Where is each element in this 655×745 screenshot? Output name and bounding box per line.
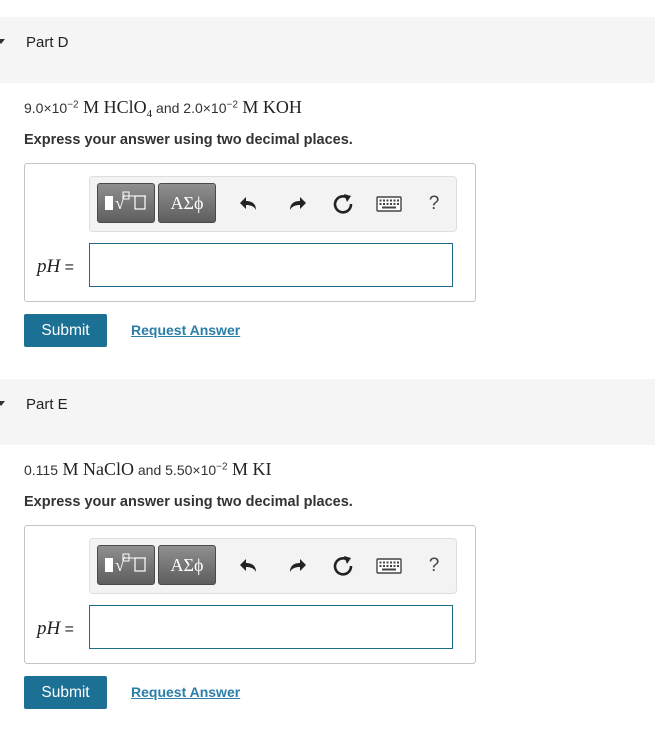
part-e-question: 0.115 M NaClO and 5.50×10−2 M KI xyxy=(24,459,272,479)
part-d-title: Part D xyxy=(26,34,69,51)
undo-icon[interactable] xyxy=(235,190,263,218)
part-e-answer-box: √ ΑΣϕ ? pH = xyxy=(24,525,476,664)
part-d-instruction: Express your answer using two decimal pl… xyxy=(24,132,353,148)
math-toolbar: √ ΑΣϕ ? xyxy=(89,538,457,594)
help-icon[interactable]: ? xyxy=(420,552,448,580)
undo-icon[interactable] xyxy=(235,552,263,580)
keyboard-icon[interactable] xyxy=(374,190,404,218)
reset-icon[interactable] xyxy=(329,190,357,218)
redo-icon[interactable] xyxy=(283,190,311,218)
part-e-answer-input[interactable] xyxy=(89,605,453,649)
part-e-title: Part E xyxy=(26,396,68,413)
part-d-submit-button[interactable]: Submit xyxy=(24,314,107,347)
math-toolbar: √ ΑΣϕ ? xyxy=(89,176,457,232)
help-icon[interactable]: ? xyxy=(420,190,448,218)
templates-button[interactable]: √ xyxy=(97,183,155,223)
templates-icon: √ xyxy=(102,549,150,582)
greek-symbols-button[interactable]: ΑΣϕ xyxy=(158,545,216,585)
templates-icon: √ xyxy=(102,187,150,220)
part-d-header[interactable]: Part D xyxy=(0,17,655,83)
reset-icon[interactable] xyxy=(329,552,357,580)
part-d-answer-box: √ ΑΣϕ ? pH = xyxy=(24,163,476,302)
redo-icon[interactable] xyxy=(283,552,311,580)
part-e-submit-button[interactable]: Submit xyxy=(24,676,107,709)
ph-label: pH = xyxy=(37,618,75,639)
part-e-instruction: Express your answer using two decimal pl… xyxy=(24,494,353,510)
greek-symbols-button[interactable]: ΑΣϕ xyxy=(158,183,216,223)
collapse-caret-icon[interactable] xyxy=(0,401,5,406)
keyboard-icon[interactable] xyxy=(374,552,404,580)
part-e-request-answer-link[interactable]: Request Answer xyxy=(131,684,240,700)
part-d-request-answer-link[interactable]: Request Answer xyxy=(131,322,240,338)
part-d-question: 9.0×10−2 M HClO4 and 2.0×10−2 M KOH xyxy=(24,97,302,120)
part-d-answer-input[interactable] xyxy=(89,243,453,287)
ph-label: pH = xyxy=(37,256,75,277)
collapse-caret-icon[interactable] xyxy=(0,39,5,44)
part-e-header[interactable]: Part E xyxy=(0,379,655,445)
templates-button[interactable]: √ xyxy=(97,545,155,585)
